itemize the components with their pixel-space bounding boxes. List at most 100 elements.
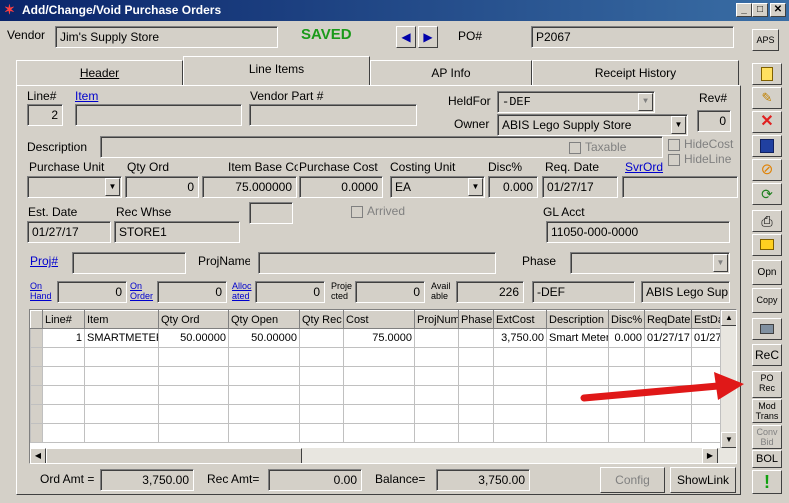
col-header[interactable]: Qty Rec [299,310,344,329]
bol-button[interactable]: BOL [752,450,782,468]
svrord-link[interactable]: SvrOrd [625,160,663,174]
item-link[interactable]: Item [75,89,98,103]
col-header[interactable]: Cost [343,310,415,329]
cell[interactable]: SMARTMETER [84,328,159,348]
cell[interactable]: 3,750.00 [493,328,547,348]
cell[interactable]: 01/27 [691,328,723,348]
heldfor-select[interactable]: -DEF ▼ [497,91,655,113]
cell[interactable]: 75.0000 [343,328,415,348]
chevron-down-icon[interactable]: ▼ [105,178,120,196]
cell[interactable] [458,328,494,348]
folder-button[interactable] [752,234,782,256]
onorder-field[interactable]: 0 [157,281,227,303]
scroll-down-button[interactable]: ▼ [721,432,736,448]
small-blank-field[interactable] [249,202,293,224]
open-button[interactable]: Opn [752,260,782,285]
line-field[interactable]: 2 [27,104,63,126]
tab-header[interactable]: Header [16,60,183,86]
vendor-part-field[interactable] [249,104,417,126]
owner-short-field[interactable]: ABIS Lego Sup [641,281,730,303]
scroll-thumb[interactable] [46,448,302,463]
col-header[interactable]: ExtCost [493,310,547,329]
taxable-checkbox[interactable]: Taxable [569,140,626,154]
cell[interactable]: Smart Meter [546,328,609,348]
vendor-field[interactable]: Jim's Supply Store [55,26,278,48]
cell[interactable]: 01/27/17 [644,328,692,348]
item-field[interactable] [75,104,242,126]
qty-ord-field[interactable]: 0 [125,176,199,198]
config-button[interactable]: Config [600,467,665,493]
cell[interactable]: 0.000 [608,328,645,348]
available-field[interactable]: 226 [456,281,524,303]
table-row[interactable]: 1 SMARTMETER 50.00000 50.00000 75.0000 3… [30,328,723,348]
tab-ap-info[interactable]: AP Info [370,60,532,86]
owner-select[interactable]: ABIS Lego Supply Store ▼ [497,114,688,136]
chevron-down-icon[interactable]: ▼ [671,116,686,134]
chevron-down-icon[interactable]: ▼ [468,178,483,196]
hidecost-checkbox[interactable]: HideCost [668,137,733,151]
chevron-down-icon[interactable]: ▼ [638,93,653,111]
phase-select[interactable]: ▼ [570,252,730,274]
chevron-down-icon[interactable]: ▼ [713,254,728,272]
scroll-up-button[interactable]: ▲ [721,310,736,326]
showlink-button[interactable]: ShowLink [670,467,736,493]
row-selector[interactable] [30,328,43,348]
col-header[interactable]: Phase [458,310,494,329]
edit-button[interactable]: ✎ [752,87,782,109]
hideline-checkbox[interactable]: HideLine [668,152,731,166]
location-field[interactable]: -DEF [532,281,635,303]
delete-button[interactable]: ✕ [752,111,782,133]
table-row[interactable] [30,347,723,367]
cell[interactable]: 50.00000 [228,328,300,348]
proj-field[interactable] [72,252,186,274]
horizontal-scrollbar[interactable]: ◀ ▶ [30,448,736,463]
svrord-field[interactable] [622,176,738,198]
col-header[interactable]: Qty Open [228,310,300,329]
mod-trans-button[interactable]: Mod Trans [752,399,782,423]
card-button[interactable] [752,318,782,340]
item-base-cost-field[interactable]: 75.000000 [202,176,297,198]
purchase-cost-field[interactable]: 0.0000 [299,176,383,198]
disc-field[interactable]: 0.000 [488,176,538,198]
void-button[interactable]: ⊘ [752,159,782,181]
aps-button[interactable]: APS [752,29,779,51]
rec-button[interactable]: ReC [752,344,782,366]
copy-button[interactable]: Copy [752,288,782,313]
allocated-link[interactable]: Alloc ated [232,281,252,301]
next-po-button[interactable]: ▶ [418,26,438,48]
po-field[interactable]: P2067 [531,26,734,48]
minimize-button[interactable]: _ [736,3,752,17]
scroll-left-button[interactable]: ◀ [30,448,46,463]
glacct-field[interactable]: 11050-000-0000 [546,221,730,243]
cell[interactable] [414,328,459,348]
table-row[interactable] [30,423,723,443]
req-date-field[interactable]: 01/27/17 [542,176,618,198]
onorder-link[interactable]: On Order [130,281,153,301]
cell[interactable]: 50.00000 [158,328,229,348]
col-header[interactable]: Description [546,310,609,329]
col-header[interactable]: ProjNum [414,310,459,329]
col-header[interactable]: Line# [42,310,85,329]
po-rec-button[interactable]: PO Rec [752,371,782,398]
col-header[interactable]: Disc% [608,310,645,329]
rev-field[interactable]: 0 [697,110,731,132]
projected-field[interactable]: 0 [355,281,425,303]
projname-field[interactable] [258,252,496,274]
costing-unit-select[interactable]: EA ▼ [390,176,485,198]
tab-receipt-history[interactable]: Receipt History [532,60,739,86]
tab-line-items[interactable]: Line Items [183,56,370,86]
allocated-field[interactable]: 0 [255,281,325,303]
scroll-right-button[interactable]: ▶ [702,448,718,463]
col-header[interactable]: EstDa [691,310,723,329]
col-header[interactable]: Item [84,310,159,329]
cell[interactable]: 1 [42,328,85,348]
col-header[interactable]: Qty Ord [158,310,229,329]
prev-po-button[interactable]: ◀ [396,26,416,48]
onhand-field[interactable]: 0 [57,281,127,303]
print-button[interactable]: ⎙ [752,210,782,232]
est-date-field[interactable]: 01/27/17 [27,221,111,243]
cell[interactable] [299,328,344,348]
proj-link[interactable]: Proj# [30,254,58,268]
exclamation-button[interactable]: ! [752,470,782,494]
maximize-button[interactable]: □ [752,3,768,17]
